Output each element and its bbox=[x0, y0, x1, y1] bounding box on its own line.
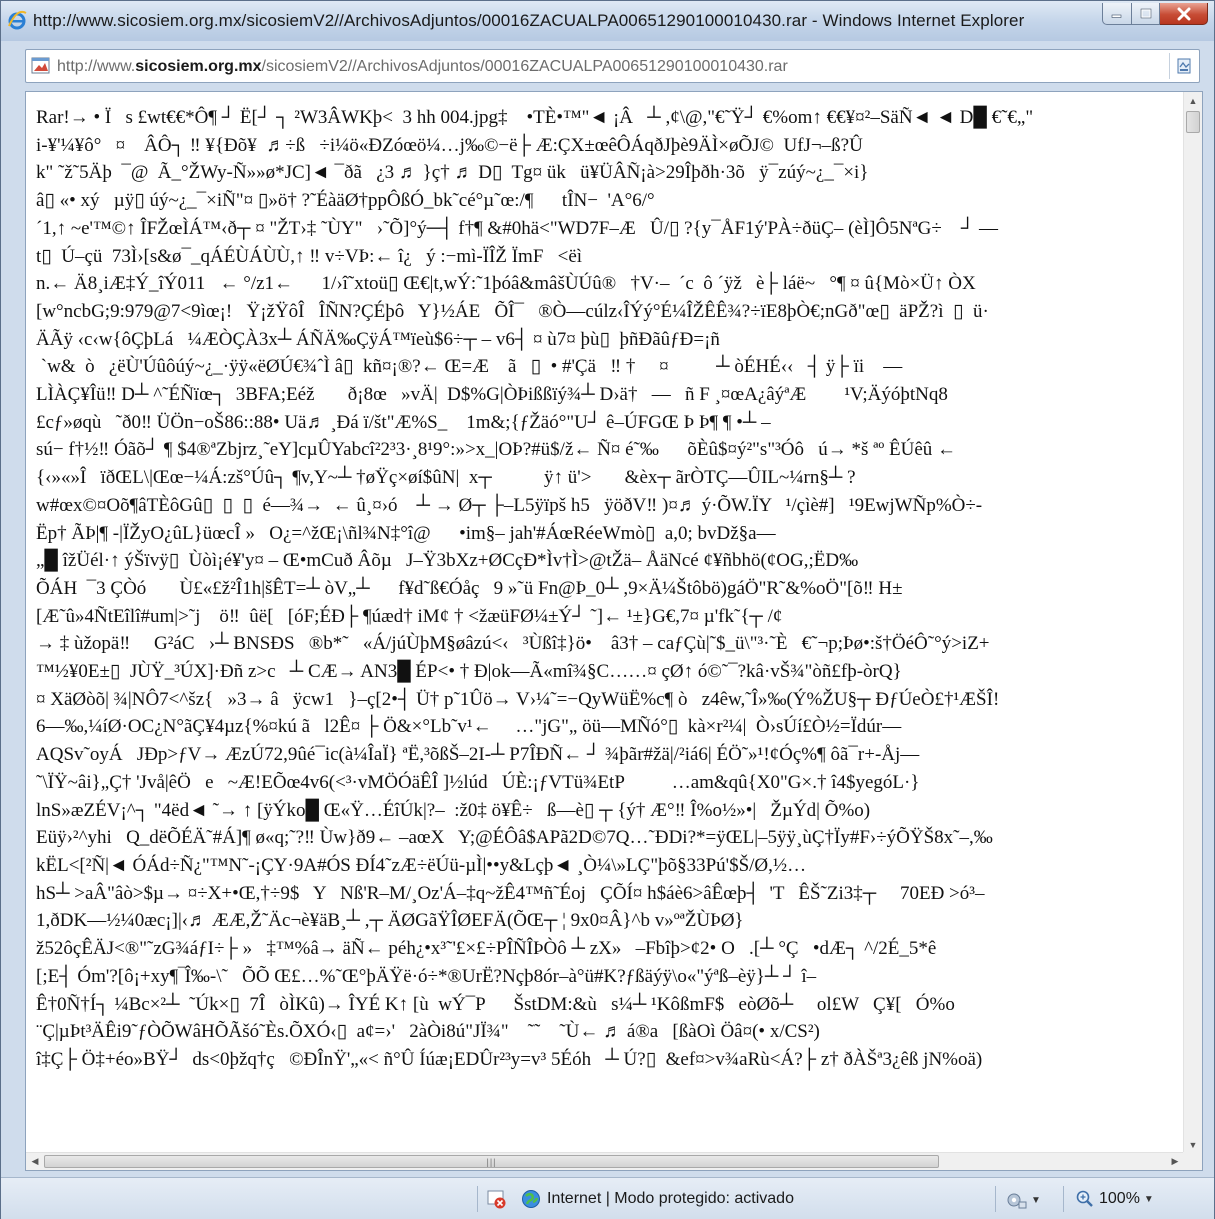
text-line: ™½¥0E±▯ JÙŸ_³ÚX]·Ðñ z>c ┴ CÆ→ AN3█ ÉP<• … bbox=[36, 661, 902, 683]
window-controls bbox=[1102, 3, 1208, 25]
scroll-right-arrow-icon[interactable]: ▶ bbox=[1166, 1153, 1184, 1170]
text-line: Ê†0Ñ†Í┐ ¼Bc×²┴ ˜Úk×▯ 7Î òÌKû)→ ÎYÉ K↑ [ù… bbox=[36, 993, 955, 1015]
compatibility-view-button[interactable] bbox=[1169, 53, 1197, 79]
text-line: t▯ Ú–çü 73Ì›[s&ø¯_qÁÉÙÁÙÙ,↑ ‼ v÷VÞ:← î¿ … bbox=[36, 245, 583, 267]
protected-mode-settings-button[interactable]: ▼ bbox=[1005, 1190, 1045, 1210]
text-line: hS┴ >aÂ"âò>$µ→ ¤÷X+•Œ,†÷9$ Y Nß'R–M/¸Oz'… bbox=[36, 882, 985, 904]
text-line: ÕÁH ¯3 ÇÒó Ù£«£ž²Î1h|šÊT=┴ òV„┴ f¥d˜ß€Óå… bbox=[36, 577, 903, 599]
text-line: [Æ˜û»4ÑtEîlî#um|>˜j ö‼ ûë[ [óF;ÉÐ├ ¶úæd†… bbox=[36, 605, 783, 627]
text-line: ¤ XäØòõ| ¾|NÔ7<^šz{ »3→ â ÿcw1 }–ç[2•┤ Ü… bbox=[36, 688, 1000, 710]
text-line: k" ˜ž˜5Äþ ¯@ Ã_°ŽWy-Ñ»»ø*JC]◄ ¯ðã ¿3 ♬ }… bbox=[36, 162, 869, 184]
status-separator bbox=[1063, 1186, 1064, 1212]
text-line: 1,ðDK—½¼0æc¡]|‹♬ ÆÆ,Ž˜Äc¬è¥äB¸┴ ,┬ ÄØGãŸ… bbox=[36, 910, 744, 932]
status-separator bbox=[995, 1186, 996, 1212]
text-line: w#œx©¤Oõ¶âTÈôGû▯ ▯ ▯ é—¾→ ← û¸¤›ó ┴ → Ø┬… bbox=[36, 494, 983, 516]
horizontal-scroll-thumb[interactable]: ||| bbox=[44, 1155, 939, 1168]
text-line: [;E┤ Óm'?[ô¡+xy¶‾Î‰-\˜ ÕÕ Œ£…%˜Œ°þÄŸë·ó÷… bbox=[36, 965, 817, 987]
url-domain: sicosiem.org.mx bbox=[135, 58, 262, 75]
text-line: → ‡ ùžopä‼ G²áC ›┴ BNSÐS ®b*˜ «Á/júÙþM§ø… bbox=[36, 633, 990, 655]
minimize-button[interactable] bbox=[1102, 3, 1132, 25]
text-line: ÄÃÿ ‹c‹w{ôÇþLá ¼ÆÒÇÀ3x┴ ÁÑÄ‰ÇÿÁ™ïeù$6÷┬ … bbox=[36, 328, 720, 350]
protected-mode-icon[interactable] bbox=[487, 1189, 507, 1209]
text-line: ˜\ÏŸ~âi}„Ç† 'Jvå|êÖ e ~Æ!EÕœ4v6(<³·vMÖÓä… bbox=[36, 771, 920, 793]
chevron-down-icon: ▼ bbox=[1143, 1193, 1154, 1205]
text-line: AQSv˜oyÁ JÐp>ƒV→ ÆzÚ72,9ûé¯ic(à¼ÎaÏ} ªË,… bbox=[36, 744, 920, 766]
page-icon bbox=[31, 57, 50, 74]
vertical-scroll-thumb[interactable] bbox=[1186, 111, 1200, 133]
zoom-control[interactable]: 100% ▼ bbox=[1075, 1188, 1154, 1210]
page-content-frame: Rar!→ • Ï s £wt€€*Ô¶ ┘ Ë[┘ ┐ ²W3ÂWKþ< 3 … bbox=[25, 91, 1203, 1171]
scroll-left-arrow-icon[interactable]: ◀ bbox=[26, 1153, 44, 1170]
text-line: Ëp† ÃÞ|¶ -|ÏŽyO¿ûL}üœcÎ » O¿=^žŒ¡\ñl¾N‡°… bbox=[36, 522, 776, 544]
text-line: Eüÿ›²^yhi Q_dëÕÉÄ˜#Á]¶ ø«q;˜?‼ Ùw}ð9← –a… bbox=[36, 827, 993, 849]
settings-icon bbox=[1007, 1193, 1027, 1209]
text-line: i-¥'¼¥ô° ¤ ÂÔ┐ ‼ ¥{Ðõ¥ ♬÷ß ÷i¼ö«ÐZóœö¼…j… bbox=[36, 134, 863, 156]
close-button[interactable] bbox=[1160, 3, 1208, 25]
security-zone-text[interactable]: Internet | Modo protegido: activado bbox=[547, 1190, 794, 1208]
scrollbar-corner bbox=[1183, 1152, 1202, 1170]
address-bar[interactable]: http://www.sicosiem.org.mx/sicosiemV2//A… bbox=[25, 49, 1200, 83]
internet-globe-icon bbox=[522, 1190, 540, 1208]
minimize-icon bbox=[1111, 14, 1122, 18]
chevron-down-icon: ▼ bbox=[1031, 1194, 1041, 1206]
scroll-up-arrow-icon[interactable]: ▲ bbox=[1184, 92, 1202, 110]
text-line: n.← Ä8¸iÆ‡Ý_îÝ011 ← °/z1← 1/›î˜xtoü▯ Œ€|… bbox=[36, 273, 976, 295]
maximize-icon bbox=[1140, 8, 1151, 19]
compatibility-view-icon bbox=[1177, 58, 1190, 74]
text-line: sú− f†½‼ Óãõ┘ ¶ $4®ªZbjrz¸˜eY]cµÛYabcî²2… bbox=[36, 439, 957, 461]
url-path: /sicosiemV2//ArchivosAdjuntos/00016ZACUA… bbox=[261, 58, 788, 75]
url-prefix: http://www. bbox=[57, 58, 136, 75]
zoom-icon bbox=[1076, 1190, 1093, 1207]
text-line: `w& ò ¿ëÙ'Úûôúý~¿_·ÿÿ«ëØÚ€¾ˆÌ â▯ kñ¤¡®?←… bbox=[36, 356, 903, 378]
text-line: 6—‰,¼íØ·OC¿N°ãÇ¥4µz{%¤kú ã l2Ê¤ ├ Ö&×°Lb… bbox=[36, 716, 902, 738]
raw-file-text: Rar!→ • Ï s £wt€€*Ô¶ ┘ Ë[┘ ┐ ²W3ÂWKþ< 3 … bbox=[26, 92, 1184, 1154]
text-line: „█ îžÜél·↑ ýŠïvÿ▯ Ùòì¡é¥'y¤ – Œ•mCuð Âõµ… bbox=[36, 550, 859, 572]
text-line: Rar!→ • Ï s £wt€€*Ô¶ ┘ Ë[┘ ┐ ²W3ÂWKþ< 3 … bbox=[36, 107, 1034, 128]
text-line: LÌÀÇ¥Îü‼ D┴ ^˜ÉÑïœ┐ 3BFA;Eéž ð¡8œ »vÄ| D… bbox=[36, 384, 948, 406]
text-line: £cƒ»øqù ˜ð0‼ ÜÖn−oŠ86::88• Uä♬ ¸Ðá ï/št"… bbox=[36, 411, 771, 433]
internet-explorer-icon bbox=[8, 10, 27, 30]
text-line: ž52ôçÊÄJ<®"˜zG¾áƒI÷├ » ‡™%â→ äÑ← péh¿•x³… bbox=[36, 938, 937, 960]
address-url[interactable]: http://www.sicosiem.org.mx/sicosiemV2//A… bbox=[57, 58, 788, 76]
zoom-level: 100% bbox=[1099, 1190, 1140, 1207]
vertical-scrollbar[interactable]: ▲ ▼ bbox=[1183, 92, 1202, 1154]
text-line: â▯ «• xý µÿ▯ úý~¿_¯×iÑ"¤ ▯»ö† ?˜ÉàäØ†ppÔ… bbox=[36, 190, 655, 212]
close-icon bbox=[1177, 7, 1190, 20]
horizontal-scrollbar[interactable]: ◀ ||| ▶ bbox=[26, 1152, 1184, 1170]
maximize-button[interactable] bbox=[1132, 3, 1160, 25]
browser-window: http://www.sicosiem.org.mx/sicosiemV2//A… bbox=[0, 0, 1215, 1219]
status-separator bbox=[477, 1186, 478, 1212]
text-line: kËL<[²Ñ|◄ ÓÁd÷Ñ¿"™N˜-¡ÇY·9A#ÓS ÐÍ4˜zÆ÷ëÚ… bbox=[36, 854, 807, 876]
text-line: ¨Ç|µÞt³ÄÊi9˜ƒÒÕWâHÕÃšó˜Ès.ÕXÓ‹▯ a¢=›' 2à… bbox=[36, 1021, 820, 1043]
status-bar: Internet | Modo protegido: activado ▼ 10… bbox=[1, 1177, 1214, 1219]
text-line: [w°ncbG;9:979@7<9ìœ¡! Ÿ¡žŸôÎ ÎÑN?ÇÉþô Y}… bbox=[36, 300, 989, 322]
window-title: http://www.sicosiem.org.mx/sicosiemV2//A… bbox=[33, 11, 1025, 30]
text-line: ´1,↑ ~e'™©↑ ÎFŽœÌÁ™‹ð┬ ¤ "ŽT›‡ ˜ÙY" ›˜Õ]… bbox=[36, 217, 999, 239]
text-line: î‡Ç├ Ö‡+éo»BŸ┘ ds<0þžq†ç ©ÐÎnŸ'„«< ñ°Û Í… bbox=[36, 1048, 983, 1070]
text-line: {‹»«»Î ïðŒL\|Œœ−¼Á:zš°Úû┐ ¶v,Y~┴ †øŸç×øí… bbox=[36, 467, 856, 489]
text-line: lnS»æZÉV¡^┐ "4ëd◄ ˜→ ↑ [ÿÝko█ Œ«Ÿ…ÉîÚk|?… bbox=[36, 799, 871, 821]
title-bar[interactable]: http://www.sicosiem.org.mx/sicosiemV2//A… bbox=[1, 1, 1214, 41]
